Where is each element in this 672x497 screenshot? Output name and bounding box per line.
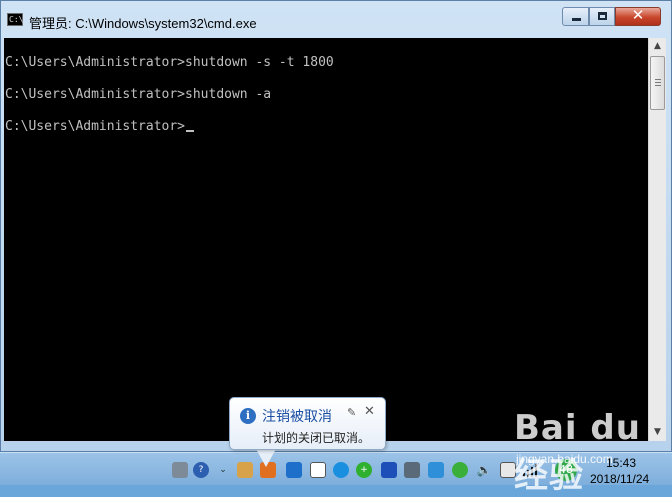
info-icon: i	[240, 408, 256, 424]
display-icon[interactable]	[404, 462, 420, 478]
keyboard-icon[interactable]	[172, 462, 188, 478]
security-icon[interactable]: +	[356, 462, 372, 478]
text-cursor	[186, 130, 195, 132]
options-wrench-icon[interactable]: ✎	[347, 406, 356, 419]
cloud-sync-icon[interactable]	[428, 462, 444, 478]
bluetooth-icon[interactable]	[381, 462, 397, 478]
vertical-scrollbar[interactable]: ▲ ▼	[648, 38, 666, 441]
console-output[interactable]: C:\Users\Administrator>shutdown -s -t 18…	[4, 38, 648, 441]
close-icon: ✕	[631, 6, 645, 24]
minimize-button[interactable]	[562, 7, 589, 26]
console-prompt: C:\Users\Administrator>	[5, 119, 186, 134]
maximize-button[interactable]	[589, 7, 615, 26]
console-prompt-line: C:\Users\Administrator>	[5, 119, 195, 135]
volume-icon[interactable]: 🔈	[476, 462, 492, 478]
notification-close-icon[interactable]: ✕	[364, 404, 375, 419]
help-icon[interactable]: ?	[193, 462, 209, 478]
cmd-app-icon[interactable]: C:\	[7, 13, 23, 26]
tray-expand-icon[interactable]: ⌄	[215, 462, 231, 478]
tools-icon[interactable]	[237, 462, 253, 478]
maximize-icon	[598, 12, 607, 20]
windows-icon[interactable]	[310, 462, 326, 478]
scrollbar-thumb[interactable]	[650, 56, 665, 110]
wechat-icon[interactable]	[452, 462, 468, 478]
browser-icon[interactable]	[333, 462, 349, 478]
window-title: 管理员: C:\Windows\system32\cmd.exe	[29, 16, 257, 31]
close-button[interactable]: ✕	[615, 6, 661, 26]
notification-title: 注销被取消	[262, 409, 332, 425]
network-app-icon[interactable]	[286, 462, 302, 478]
balloon-tail	[256, 449, 276, 467]
notification-balloon[interactable]: i 注销被取消 ✎ ✕ 计划的关闭已取消。	[229, 397, 386, 450]
notification-body: 计划的关闭已取消。	[262, 431, 371, 445]
watermark-url: jingyan.baidu.com	[516, 452, 613, 466]
minimize-icon	[572, 18, 581, 21]
console-line: C:\Users\Administrator>shutdown -a	[5, 87, 272, 102]
console-line: C:\Users\Administrator>shutdown -s -t 18…	[5, 55, 334, 70]
title-bar[interactable]: C:\ 管理员: C:\Windows\system32\cmd.exe ✕	[1, 1, 671, 39]
scroll-up-arrow-icon[interactable]: ▲	[650, 38, 665, 55]
